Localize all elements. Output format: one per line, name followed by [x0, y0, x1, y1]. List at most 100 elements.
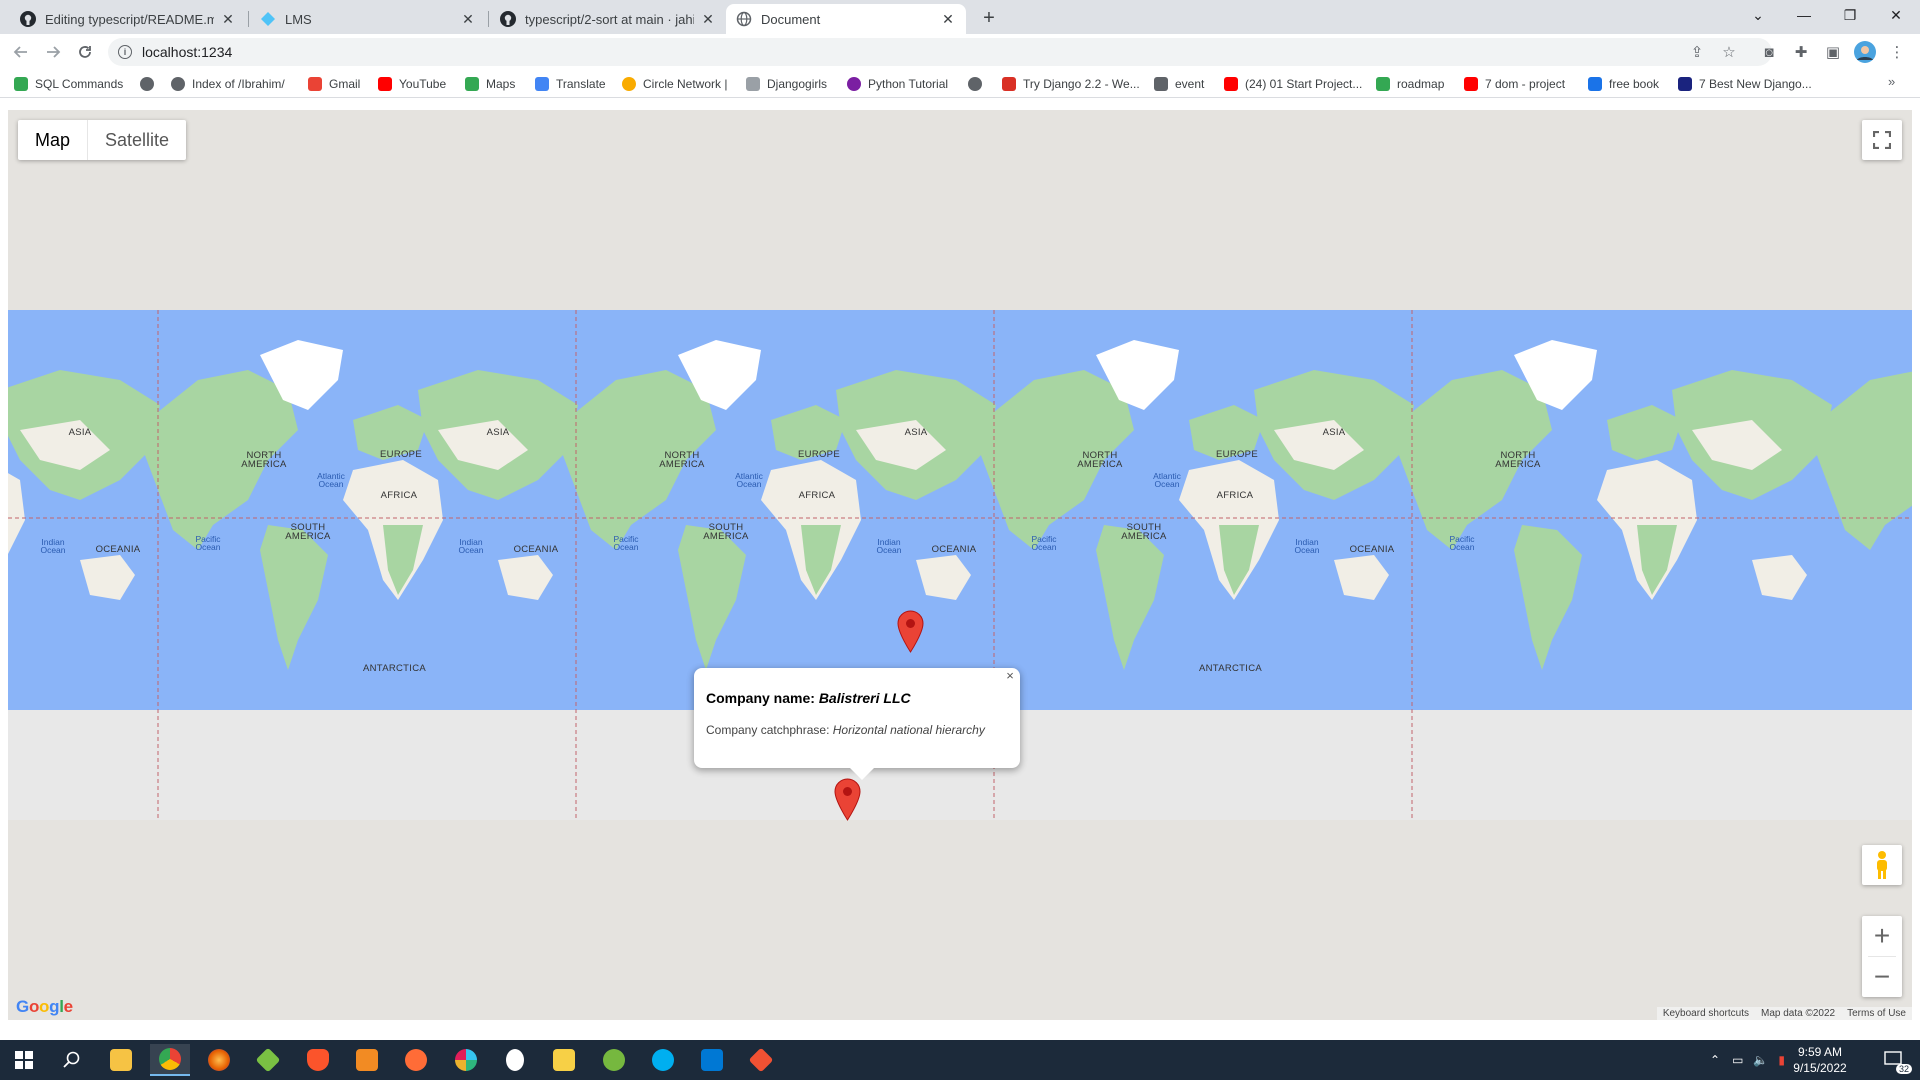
tab-document[interactable]: Document ✕	[726, 4, 966, 34]
taskbar-skype[interactable]	[643, 1044, 683, 1076]
windows-start-button[interactable]	[4, 1044, 44, 1076]
bookmark-free-book[interactable]: free book	[1588, 75, 1659, 93]
bookmark-star-icon[interactable]: ☆	[1716, 39, 1742, 65]
google-map[interactable]: ASIA ASIA ASIA ASIA NORTH AMERICA NORTH AMERI…	[8, 110, 1912, 1020]
network-icon[interactable]: ▭	[1732, 1053, 1743, 1067]
taskbar-file-explorer[interactable]	[101, 1044, 141, 1076]
taskbar-slack[interactable]	[446, 1044, 486, 1076]
continent-label: ANTARCTICA	[363, 663, 426, 674]
south-america-shape	[260, 525, 328, 670]
map-type-map-button[interactable]: Map	[18, 120, 89, 160]
close-icon[interactable]: ✕	[220, 11, 236, 28]
close-icon[interactable]: ✕	[940, 11, 956, 28]
tab-search-icon[interactable]: ⌄	[1735, 0, 1781, 30]
address-bar[interactable]: i localhost:1234	[108, 38, 1772, 66]
continent-label: EUROPE	[1216, 449, 1258, 460]
bookmark-try-django[interactable]: Try Django 2.2 - We...	[1002, 75, 1140, 93]
bookmark-djangogirls[interactable]: Djangogirls	[746, 75, 827, 93]
keyboard-shortcuts-link[interactable]: Keyboard shortcuts	[1657, 1007, 1755, 1020]
volume-icon[interactable]: 🔈	[1753, 1053, 1768, 1067]
taskbar-clock[interactable]: 9:59 AM 9/15/2022	[1790, 1044, 1850, 1076]
tab-readme[interactable]: Editing typescript/README.md a ✕	[10, 4, 246, 34]
slack-icon	[455, 1049, 477, 1071]
chrome-menu-icon[interactable]: ⋮	[1884, 39, 1910, 65]
fullscreen-button[interactable]	[1862, 120, 1902, 160]
taskbar-vscode[interactable]	[692, 1044, 732, 1076]
fullscreen-icon	[1873, 131, 1891, 149]
zoom-control: + −	[1862, 916, 1902, 997]
site-info-icon[interactable]: i	[118, 45, 132, 59]
taskbar-potplayer[interactable]	[544, 1044, 584, 1076]
zoom-in-button[interactable]: +	[1862, 916, 1902, 956]
tab-strip: Editing typescript/README.md a ✕ LMS ✕ t…	[0, 0, 1920, 34]
bookmark-sql-commands[interactable]: SQL Commands	[14, 75, 123, 93]
taskbar-git[interactable]	[741, 1044, 781, 1076]
chevron-up-icon[interactable]: ⌃	[1710, 1053, 1720, 1067]
windows-logo-icon	[15, 1051, 33, 1069]
restore-button[interactable]: ❐	[1827, 0, 1873, 30]
continent-label: OCEANIA	[931, 544, 977, 555]
bookmark-youtube[interactable]: YouTube	[378, 75, 446, 93]
bookmark-label: Gmail	[329, 77, 361, 91]
search-button[interactable]	[52, 1044, 92, 1076]
battery-icon[interactable]: ▮	[1778, 1053, 1785, 1067]
ocean-label: Pacific Ocean	[1449, 534, 1475, 552]
tab-typescript-sort[interactable]: typescript/2-sort at main · jahidh ✕	[490, 4, 726, 34]
new-tab-button[interactable]: +	[976, 6, 1002, 32]
taskbar-postman[interactable]	[396, 1044, 436, 1076]
mongodb-icon	[506, 1049, 524, 1071]
zoom-out-button[interactable]: −	[1862, 957, 1902, 997]
windows-taskbar: ⌃ ▭ 🔈 ▮ 9:59 AM 9/15/2022 32	[0, 1040, 1920, 1080]
close-icon[interactable]: ✕	[460, 11, 476, 28]
taskbar-mongodb[interactable]	[495, 1044, 535, 1076]
forward-button[interactable]	[40, 39, 66, 65]
bookmark-circle-network[interactable]: Circle Network |	[622, 75, 727, 93]
bookmark-dom-project[interactable]: 7 dom - project	[1464, 75, 1565, 93]
extensions-puzzle-icon[interactable]: ✚	[1788, 39, 1814, 65]
profile-avatar[interactable]	[1852, 39, 1878, 65]
translate-icon	[535, 77, 549, 91]
taskbar-gitkraken[interactable]	[248, 1044, 288, 1076]
bookmark-globe[interactable]	[140, 75, 161, 93]
taskbar-brave[interactable]	[298, 1044, 338, 1076]
map-marker-selected[interactable]	[834, 778, 861, 821]
bookmark-gmail[interactable]: Gmail	[308, 75, 360, 93]
taskbar-orange-app[interactable]	[347, 1044, 387, 1076]
street-view-pegman-button[interactable]	[1862, 845, 1902, 885]
map-type-satellite-button[interactable]: Satellite	[88, 120, 186, 160]
continent-label: NORTH AMERICA	[659, 450, 705, 470]
camera-extension-icon[interactable]: ◙	[1756, 39, 1782, 65]
oceania-shape	[498, 555, 553, 600]
action-center-button[interactable]: 32	[1874, 1044, 1914, 1076]
bookmark-best-django[interactable]: 7 Best New Django...	[1678, 75, 1812, 93]
tab-lms[interactable]: LMS ✕	[250, 4, 486, 34]
share-icon[interactable]: ⇪	[1684, 39, 1710, 65]
taskbar-utorrent[interactable]	[594, 1044, 634, 1076]
bookmark-python-tutorial[interactable]: Python Tutorial	[847, 75, 948, 93]
bookmark-event[interactable]: event	[1154, 75, 1204, 93]
taskbar-firefox[interactable]	[199, 1044, 239, 1076]
bookmark-index-ibrahim[interactable]: Index of /Ibrahim/	[171, 75, 285, 93]
bookmark-translate[interactable]: Translate	[535, 75, 606, 93]
reload-icon	[79, 46, 91, 58]
bookmark-maps[interactable]: Maps	[465, 75, 515, 93]
bookmark-roadmap[interactable]: roadmap	[1376, 75, 1444, 93]
close-icon[interactable]: ✕	[700, 11, 716, 28]
close-window-button[interactable]: ✕	[1873, 0, 1919, 30]
more-bookmarks-button[interactable]: »	[1888, 74, 1895, 89]
reload-button[interactable]	[72, 39, 98, 65]
info-window-close-button[interactable]: ×	[1003, 669, 1017, 683]
terms-of-use-link[interactable]: Terms of Use	[1841, 1007, 1912, 1020]
bookmark-globe-2[interactable]	[968, 75, 989, 93]
back-button[interactable]	[8, 39, 34, 65]
side-panel-icon[interactable]: ▣	[1820, 39, 1846, 65]
minimize-button[interactable]: —	[1781, 0, 1827, 30]
bookmark-start-project[interactable]: (24) 01 Start Project...	[1224, 75, 1362, 93]
map-marker[interactable]	[897, 610, 924, 653]
bookmark-label: free book	[1609, 77, 1660, 91]
notification-count-badge: 32	[1895, 1064, 1912, 1074]
info-window: × Company name: Balistreri LLC Company c…	[694, 668, 1020, 780]
company-catchphrase-line: Company catchphrase: Horizontal national…	[706, 723, 1008, 737]
google-logo[interactable]: Google	[16, 997, 73, 1017]
taskbar-chrome[interactable]	[150, 1044, 190, 1076]
